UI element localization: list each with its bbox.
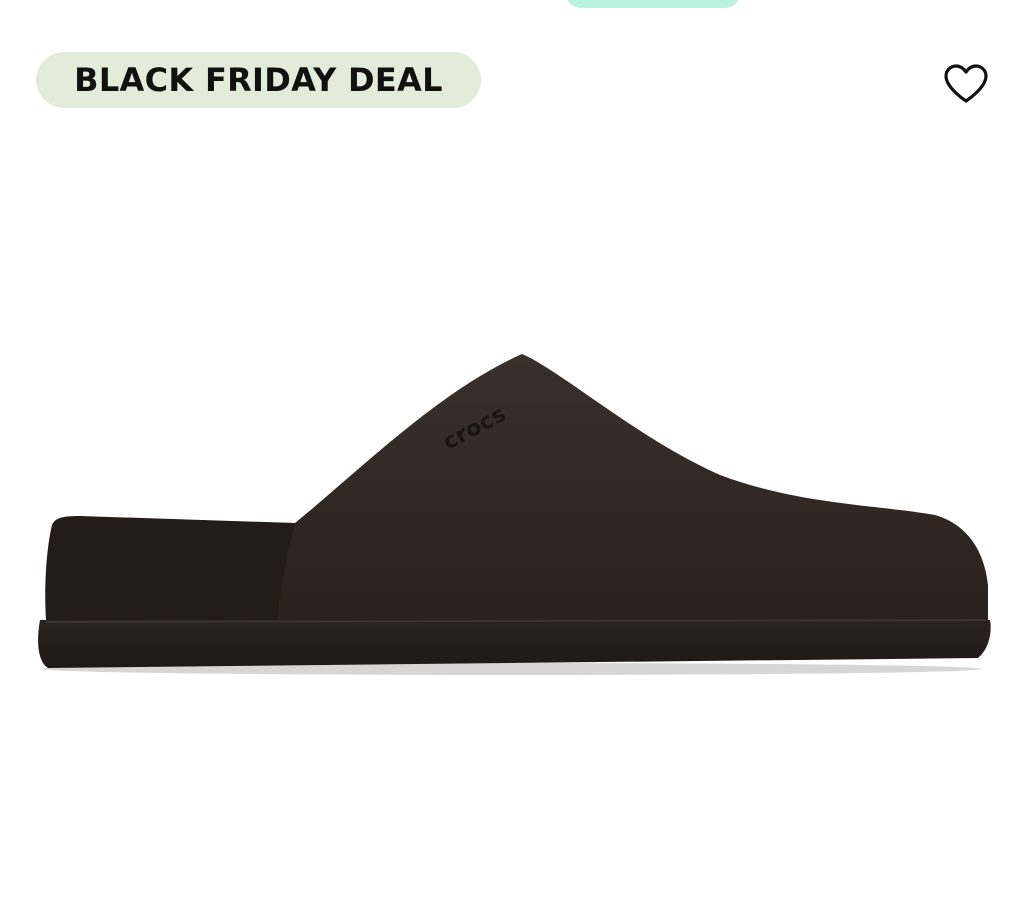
top-tab-pill[interactable] <box>566 0 740 8</box>
deal-badge-label: BLACK FRIDAY DEAL <box>74 61 443 99</box>
black-friday-deal-badge: BLACK FRIDAY DEAL <box>36 52 481 108</box>
favorite-button[interactable] <box>938 56 994 112</box>
clog-sole <box>38 620 991 668</box>
product-image[interactable]: crocs <box>0 330 1024 700</box>
heart-icon <box>944 64 988 103</box>
clog-heel <box>45 516 295 620</box>
